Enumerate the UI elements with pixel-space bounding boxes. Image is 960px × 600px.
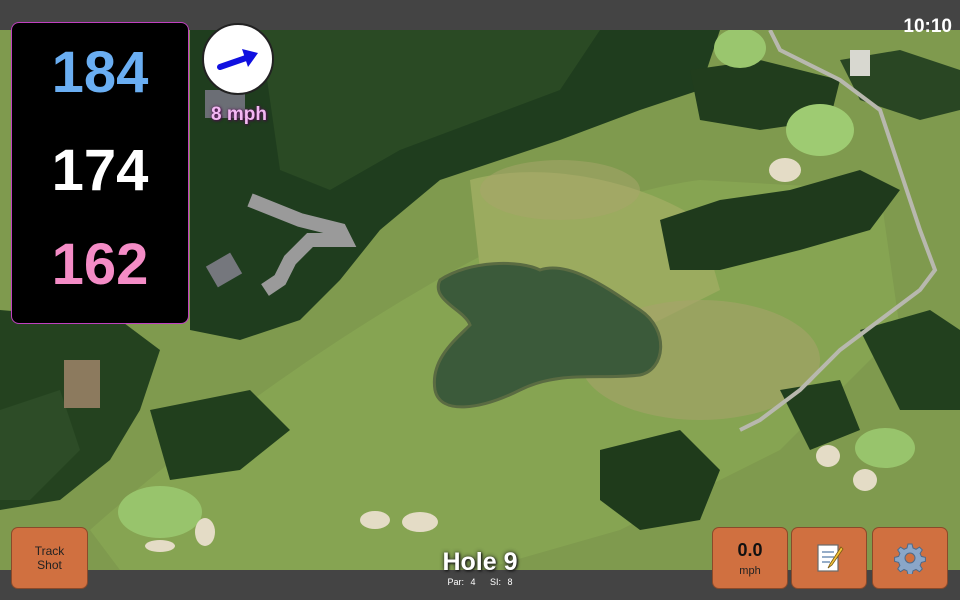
speed-value: 0.0	[737, 539, 763, 560]
hole-stroke-index: SI: 8	[490, 577, 513, 587]
notes-button[interactable]	[792, 528, 866, 588]
wind-speed-label: 8 mph	[211, 104, 267, 125]
speed-button[interactable]: 0.0 mph	[713, 528, 787, 588]
middle-distance: 174	[51, 138, 149, 203]
settings-button[interactable]	[873, 528, 947, 588]
status-clock: 10:10	[903, 16, 952, 37]
memo-icon	[817, 544, 844, 572]
track-shot-label: Track Shot	[34, 544, 65, 572]
hole-title: Hole 9	[442, 548, 518, 576]
track-shot-button[interactable]: Track Shot	[12, 528, 87, 588]
front-distance: 162	[51, 232, 149, 297]
hole-info: Par: 4 SI: 8	[400, 577, 560, 587]
back-distance: 184	[51, 40, 149, 105]
hole-par: Par: 4	[447, 577, 476, 587]
wind-arrow-icon	[217, 49, 258, 70]
speed-unit: mph	[739, 564, 761, 577]
gear-icon	[894, 543, 926, 574]
distance-panel: 184 174 162	[11, 22, 189, 324]
wind-indicator	[202, 23, 274, 95]
